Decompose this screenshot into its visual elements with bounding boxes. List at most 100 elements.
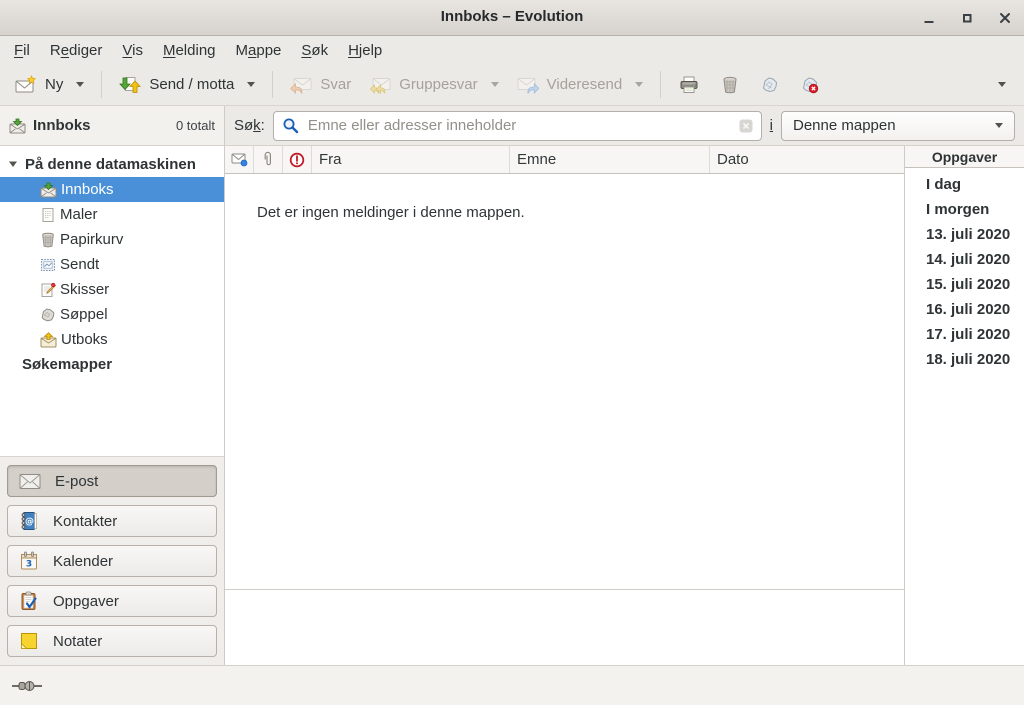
chevron-down-icon[interactable] [247,82,255,87]
chevron-down-icon[interactable] [635,82,643,87]
folder-innboks[interactable]: Innboks [0,177,224,202]
window-controls [916,0,1018,35]
task-date[interactable]: 18. juli 2020 [905,347,1024,372]
menu-hjelp[interactable]: Hjelp [338,38,392,63]
online-status-icon[interactable] [12,678,42,694]
task-date[interactable]: I dag [905,172,1024,197]
folder-sendt[interactable]: Sendt [0,252,224,277]
folder-label: Utboks [61,331,108,348]
search-entry[interactable] [273,111,762,141]
send-receive-button[interactable]: Send / motta [110,71,264,99]
task-date[interactable]: 16. juli 2020 [905,297,1024,322]
folder-label: Innboks [61,181,114,198]
column-fra[interactable]: Fra [312,146,510,173]
new-message-button[interactable]: Ny [6,70,93,99]
column-dato[interactable]: Dato [710,146,904,173]
maximize-button[interactable] [954,5,980,31]
minimize-button[interactable] [916,5,942,31]
folder-papirkurv[interactable]: Papirkurv [0,227,224,252]
column-msg-status[interactable] [225,146,254,173]
contacts-icon: @ [19,511,39,531]
send-receive-label: Send / motta [149,76,234,93]
menu-fil[interactable]: Fil [4,38,40,63]
reply-icon [290,76,312,94]
trash-button[interactable] [715,71,745,99]
search-input[interactable] [308,117,730,134]
window-close-icon [998,11,1012,25]
forward-button[interactable]: Videresend [508,71,653,99]
switcher-oppgaver[interactable]: Oppgaver [7,585,217,617]
not-junk-button[interactable] [795,71,825,99]
inbox-icon [40,182,57,198]
chevron-down-icon[interactable] [491,82,499,87]
search-icon [282,117,300,135]
titlebar: Innboks – Evolution [0,0,1024,36]
folder-s-ppel[interactable]: Søppel [0,302,224,327]
chevron-down-icon[interactable] [76,82,84,87]
tasks-pane-header[interactable]: Oppgaver [905,146,1024,168]
reply-all-button[interactable]: Gruppesvar [360,71,507,99]
menu-vis[interactable]: Vis [112,38,153,63]
search-scope-dropdown[interactable]: Denne mappen [781,111,1015,141]
folder-message-count: 0 totalt [176,118,215,133]
drafts-icon [40,282,56,298]
print-button[interactable] [673,71,705,99]
trash-folder-icon [40,232,56,248]
search-folders-item[interactable]: Søkemapper [0,352,224,377]
task-list: I dagI morgen13. juli 202014. juli 20201… [905,168,1024,372]
reply-button[interactable]: Svar [281,71,360,99]
menu-mappe[interactable]: Mappe [226,38,292,63]
switcher-e-post[interactable]: E-post [7,465,217,497]
column-attachment[interactable] [254,146,283,173]
send-receive-icon [119,76,141,94]
tree-root-on-this-computer[interactable]: På denne datamaskinen [0,151,224,177]
task-date[interactable]: 17. juli 2020 [905,322,1024,347]
message-pane: FraEmneDato Det er ingen meldinger i den… [225,146,904,665]
menu-melding[interactable]: Melding [153,38,226,63]
expander-icon[interactable] [8,159,18,169]
sent-icon [40,257,56,273]
folder-label: Søppel [60,306,108,323]
task-date[interactable]: I morgen [905,197,1024,222]
tree-root-label: På denne datamaskinen [25,156,196,173]
toolbar-separator [272,71,273,98]
task-date[interactable]: 15. juli 2020 [905,272,1024,297]
search-area: Søk: i Denne mappen [225,106,1024,145]
switcher-label: Kalender [53,553,113,570]
search-label: Søk: [234,117,265,134]
tasks-pane: Oppgaver I dagI morgen13. juli 202014. j… [904,146,1024,665]
column-priority[interactable] [283,146,312,173]
folder-skisser[interactable]: Skisser [0,277,224,302]
switcher-notater[interactable]: Notater [7,625,217,657]
new-mail-icon [15,75,37,94]
switcher-kalender[interactable]: 3Kalender [7,545,217,577]
search-folders-label: Søkemapper [22,356,112,373]
column-emne[interactable]: Emne [510,146,710,173]
menubar: FilRedigerVisMeldingMappeSøkHjelp [0,36,1024,64]
forward-label: Videresend [547,76,623,93]
task-date[interactable]: 13. juli 2020 [905,222,1024,247]
message-list[interactable]: Det er ingen meldinger i denne mappen. [225,174,904,590]
switcher-label: E-post [55,473,98,490]
folder-utboks[interactable]: Utboks [0,327,224,352]
priority-icon [289,152,305,168]
clear-search-icon[interactable] [738,118,754,134]
empty-folder-message: Det er ingen meldinger i denne mappen. [257,204,904,221]
window-maximize-icon [960,11,974,25]
toolbar-separator [660,71,661,98]
folder-maler[interactable]: Maler [0,202,224,227]
menu-rediger[interactable]: Rediger [40,38,113,63]
task-date[interactable]: 14. juli 2020 [905,247,1024,272]
menu-s-k[interactable]: Søk [291,38,338,63]
folder-pane-header: Innboks 0 totalt [0,106,225,145]
close-button[interactable] [992,5,1018,31]
toolbar-overflow-button[interactable] [984,77,1018,92]
junk-button[interactable] [755,71,785,99]
message-preview-pane [225,590,904,665]
view-switcher: E-post @Kontakter 3Kalender Oppgaver Notater [0,456,224,665]
search-scope-in-label: i [770,117,773,134]
current-folder-title: Innboks [33,117,91,134]
switcher-kontakter[interactable]: @Kontakter [7,505,217,537]
window-title: Innboks – Evolution [0,0,1024,34]
folder-list: Innboks MalerPapirkurvSendtSkisser Søppel U… [0,177,224,352]
